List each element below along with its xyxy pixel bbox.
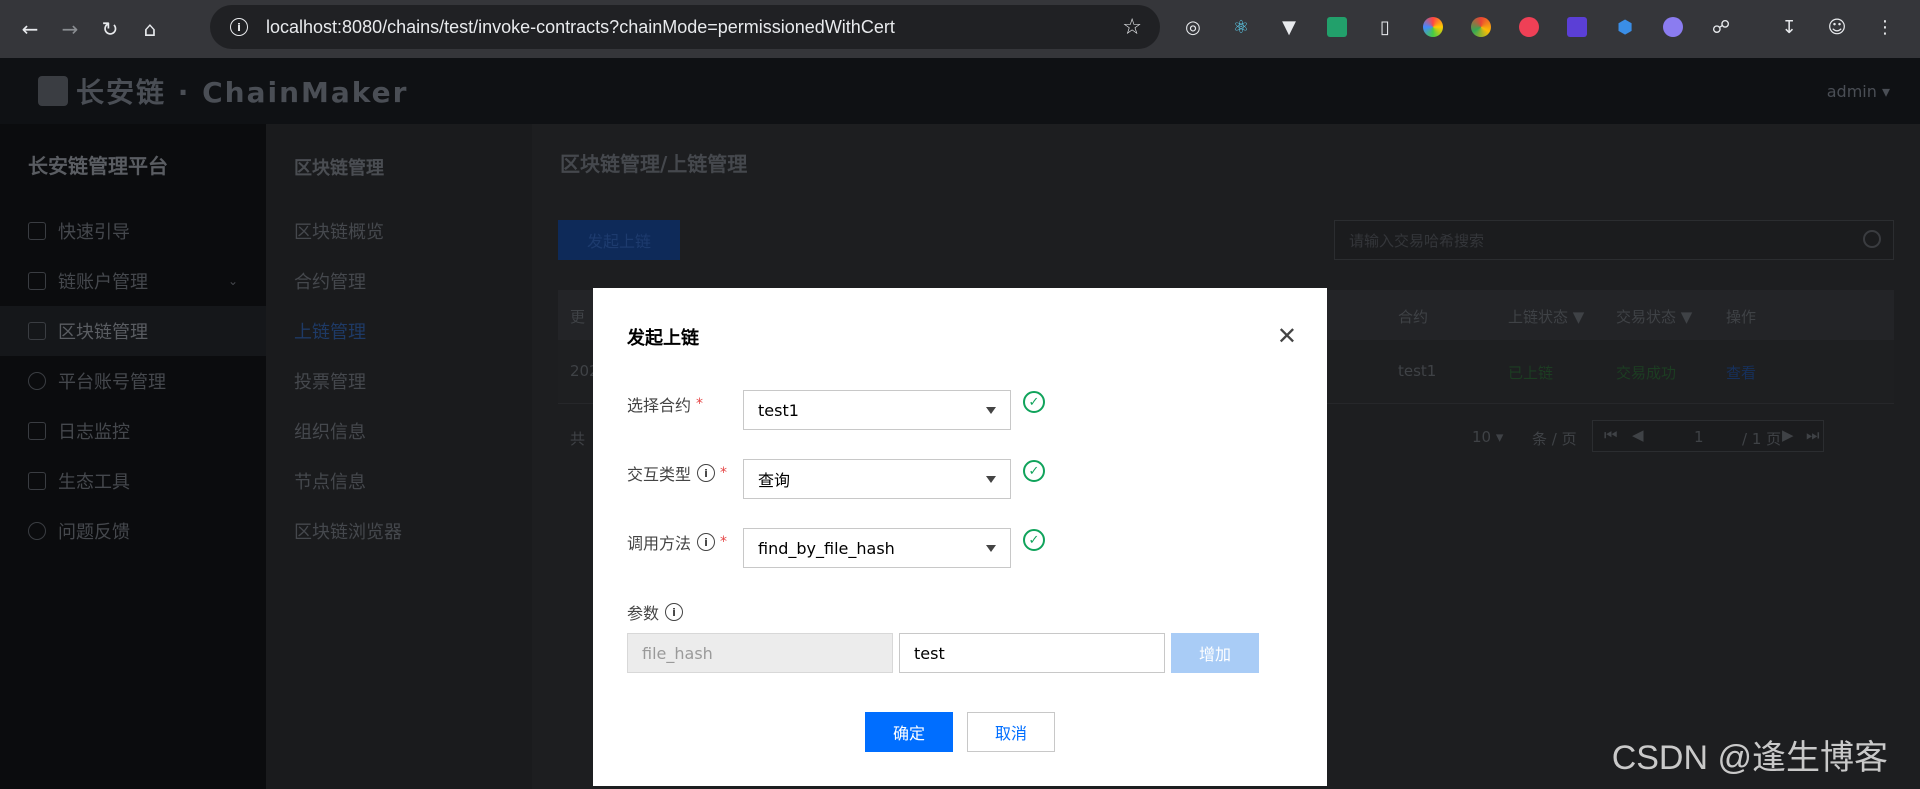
check-circle-icon: ✓ bbox=[1023, 529, 1045, 551]
download-icon[interactable]: ↧ bbox=[1771, 9, 1807, 45]
close-icon[interactable]: ✕ bbox=[1277, 324, 1297, 348]
check-circle-icon: ✓ bbox=[1023, 391, 1045, 413]
csdn-watermark: CSDN @逢生博客 bbox=[1611, 739, 1888, 777]
back-icon[interactable]: ← bbox=[10, 9, 50, 49]
contract-select[interactable]: test1 bbox=[743, 390, 1011, 430]
extension-react-icon[interactable]: ⚛ bbox=[1223, 9, 1259, 45]
extension-screenshot-icon[interactable] bbox=[1559, 9, 1595, 45]
home-icon[interactable]: ⌂ bbox=[130, 9, 170, 49]
extension-vue-icon[interactable]: ▼ bbox=[1271, 9, 1307, 45]
extension-target-icon[interactable]: ◎ bbox=[1175, 9, 1211, 45]
extension-ghost-icon[interactable] bbox=[1655, 9, 1691, 45]
caret-down-icon bbox=[986, 407, 996, 414]
param-key-field: file_hash bbox=[627, 633, 893, 673]
address-bar[interactable]: i localhost:8080/chains/test/invoke-cont… bbox=[210, 5, 1160, 49]
caret-down-icon bbox=[986, 545, 996, 552]
browser-toolbar: ← → ↻ ⌂ i localhost:8080/chains/test/inv… bbox=[0, 0, 1920, 58]
param-value-input[interactable]: test bbox=[899, 633, 1165, 673]
url-text: localhost:8080/chains/test/invoke-contra… bbox=[266, 16, 895, 37]
menu-kebab-icon[interactable]: ⋮ bbox=[1867, 9, 1903, 45]
extension-chrome-icon[interactable] bbox=[1463, 9, 1499, 45]
method-select[interactable]: find_by_file_hash bbox=[743, 528, 1011, 568]
caret-down-icon bbox=[986, 476, 996, 483]
add-param-button[interactable]: 增加 bbox=[1171, 633, 1259, 673]
contract-label: 选择合约 * bbox=[627, 396, 704, 415]
params-label: 参数 i bbox=[627, 600, 684, 624]
info-icon[interactable]: i bbox=[697, 533, 716, 551]
check-circle-icon: ✓ bbox=[1023, 460, 1045, 482]
type-label: 交互类型 i * bbox=[627, 464, 728, 484]
site-info-icon[interactable]: i bbox=[230, 18, 248, 36]
extension-phone-icon[interactable]: ▯ bbox=[1367, 9, 1403, 45]
method-label: 调用方法 i * bbox=[627, 533, 728, 553]
bookmark-star-icon[interactable]: ☆ bbox=[1122, 15, 1142, 40]
required-mark: * bbox=[696, 396, 704, 412]
extension-pocket-icon[interactable] bbox=[1511, 9, 1547, 45]
info-icon[interactable]: i bbox=[697, 464, 716, 482]
required-mark: * bbox=[720, 465, 728, 481]
cancel-button[interactable]: 取消 bbox=[967, 712, 1055, 752]
interaction-type-select[interactable]: 查询 bbox=[743, 459, 1011, 499]
invoke-dialog: 发起上链 ✕ 选择合约 * test1 ✓ 交互类型 i * 查询 ✓ 调用方法 i * … bbox=[593, 288, 1327, 786]
extension-color-icon[interactable] bbox=[1415, 9, 1451, 45]
info-icon[interactable]: i bbox=[665, 603, 684, 621]
dialog-title: 发起上链 bbox=[627, 328, 699, 349]
required-mark: * bbox=[720, 534, 728, 550]
reload-icon[interactable]: ↻ bbox=[90, 9, 130, 49]
confirm-button[interactable]: 确定 bbox=[865, 712, 953, 752]
extension-cube-icon[interactable]: ⬢ bbox=[1607, 9, 1643, 45]
forward-icon[interactable]: → bbox=[50, 9, 90, 49]
profile-icon[interactable]: ☺ bbox=[1819, 9, 1855, 45]
extension-code-icon[interactable] bbox=[1319, 9, 1355, 45]
extensions-bar: ◎ ⚛ ▼ ▯ ⬢ ☍ ↧ ☺ ⋮ bbox=[1175, 9, 1903, 45]
extensions-puzzle-icon[interactable]: ☍ bbox=[1703, 9, 1739, 45]
